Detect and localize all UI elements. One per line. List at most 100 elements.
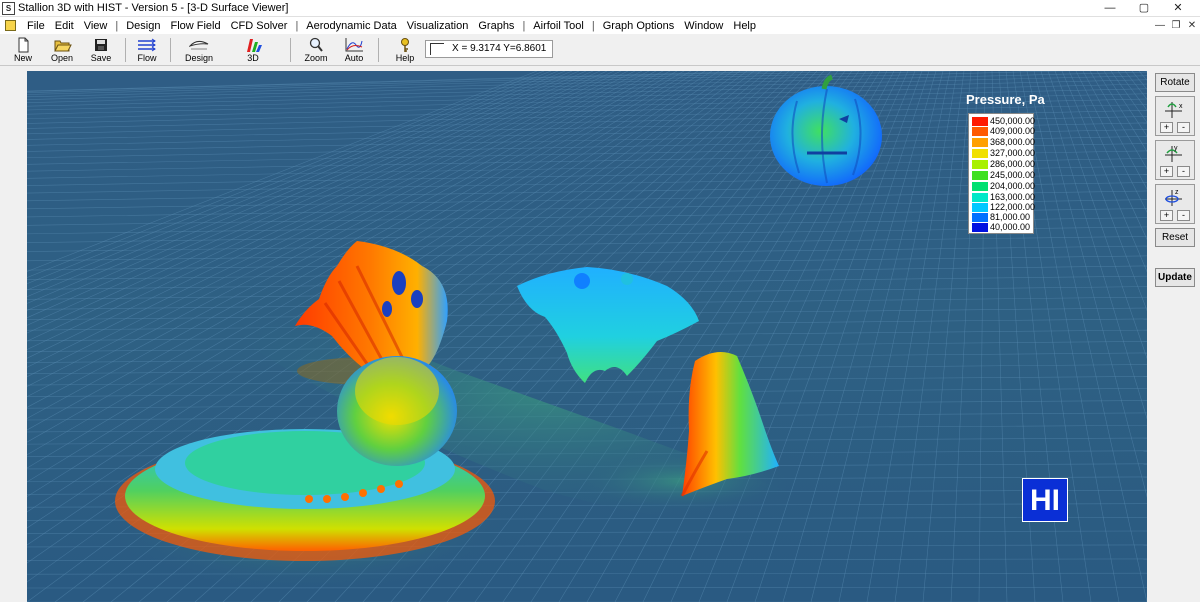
menu-design[interactable]: Design — [121, 20, 165, 32]
3d-label: 3D — [247, 53, 259, 63]
new-button[interactable]: New — [4, 36, 42, 64]
x-rotate-plus-button[interactable]: + — [1160, 122, 1173, 133]
pressure-legend: 450,000.00 409,000.00 368,000.00 327,000… — [968, 113, 1036, 234]
legend-value: 327,000.00 — [990, 148, 1036, 158]
y-rotate-minus-button[interactable]: - — [1177, 166, 1190, 177]
design-button[interactable]: Design — [180, 36, 218, 64]
new-file-icon — [18, 37, 29, 53]
legend-swatch — [972, 149, 988, 158]
legend-entry: 122,000.00 — [972, 202, 1036, 212]
window-title: Stallion 3D with HIST - Version 5 - [3-D… — [18, 2, 289, 14]
coordinate-text: X = 9.3174 Y=6.8601 — [452, 43, 547, 54]
design-label: Design — [184, 53, 213, 63]
app-window: S Stallion 3D with HIST - Version 5 - [3… — [0, 0, 1200, 602]
mdi-minimize-button[interactable]: — — [1152, 17, 1168, 34]
help-key-icon — [401, 38, 409, 52]
mdi-restore-button[interactable]: ❐ — [1168, 17, 1184, 34]
document-icon[interactable] — [5, 20, 16, 31]
save-label: Save — [90, 53, 112, 63]
svg-text:z: z — [1175, 189, 1179, 196]
open-button[interactable]: Open — [43, 36, 81, 64]
menu-view[interactable]: View — [79, 20, 113, 32]
flow-label: Flow — [137, 53, 157, 63]
x-rotate-minus-button[interactable]: - — [1177, 122, 1190, 133]
legend-swatch — [972, 223, 988, 232]
menu-cfd-solver[interactable]: CFD Solver — [226, 20, 293, 32]
menu-aerodynamic-data[interactable]: Aerodynamic Data — [301, 20, 402, 32]
legend-value: 409,000.00 — [990, 126, 1036, 136]
menu-separator: | — [295, 19, 299, 32]
legend-swatch — [972, 193, 988, 202]
menu-separator: | — [115, 19, 119, 32]
legend-entry: 40,000.00 — [972, 222, 1032, 232]
help-button[interactable]: Help — [386, 36, 424, 64]
legend-swatch — [972, 171, 988, 180]
design-airfoil-icon — [189, 40, 209, 50]
legend-value: 81,000.00 — [990, 212, 1031, 222]
menu-help[interactable]: Help — [728, 20, 761, 32]
save-disk-icon — [95, 39, 107, 51]
coordinate-readout: X = 9.3174 Y=6.8601 — [425, 40, 553, 58]
legend-entry: 368,000.00 — [972, 137, 1036, 147]
legend-value: 245,000.00 — [990, 170, 1036, 180]
menu-window[interactable]: Window — [679, 20, 728, 32]
menu-graphs[interactable]: Graphs — [473, 20, 519, 32]
legend-swatch — [972, 127, 988, 136]
toolbar-separator — [378, 38, 379, 62]
legend-title: Pressure, Pa — [966, 92, 1045, 107]
view-control-panel: Rotate x + - y + - z + - Reset Update — [1147, 66, 1200, 602]
svg-text:x: x — [1179, 103, 1183, 110]
legend-value: 368,000.00 — [990, 137, 1036, 147]
coordinate-icon — [430, 43, 444, 55]
hi-logo-badge: HI — [1022, 478, 1068, 522]
x-axis-rotation-group: x + - — [1155, 96, 1195, 136]
legend-swatch — [972, 203, 988, 212]
app-logo-icon: S — [2, 1, 15, 15]
legend-value: 286,000.00 — [990, 159, 1036, 169]
legend-swatch — [972, 213, 988, 222]
legend-value: 450,000.00 — [990, 116, 1036, 126]
legend-swatch — [972, 138, 988, 147]
y-rotate-plus-button[interactable]: + — [1160, 166, 1173, 177]
toolbar-separator — [290, 38, 291, 62]
rotate-button[interactable]: Rotate — [1155, 73, 1195, 92]
legend-entry: 286,000.00 — [972, 159, 1036, 169]
svg-text:y: y — [1174, 145, 1178, 152]
3d-button[interactable]: 3D — [234, 36, 272, 64]
z-rotate-minus-button[interactable]: - — [1177, 210, 1190, 221]
3d-view-icon — [247, 39, 262, 52]
zoom-button[interactable]: Zoom — [297, 36, 335, 64]
toolbar-separator — [170, 38, 171, 62]
auto-button[interactable]: Auto — [335, 36, 373, 64]
legend-entry: 81,000.00 — [972, 212, 1032, 222]
title-bar: S Stallion 3D with HIST - Version 5 - [3… — [0, 0, 1200, 17]
mdi-close-button[interactable]: ✕ — [1184, 17, 1200, 34]
menu-graph-options[interactable]: Graph Options — [598, 20, 680, 32]
menu-file[interactable]: File — [22, 20, 50, 32]
toolbar: New Open Save Flow Design 3D Zoom Auto H… — [0, 34, 1200, 66]
menu-edit[interactable]: Edit — [50, 20, 79, 32]
x-axis-icon: x — [1165, 102, 1183, 118]
reset-button[interactable]: Reset — [1155, 228, 1195, 247]
z-rotate-plus-button[interactable]: + — [1160, 210, 1173, 221]
open-label: Open — [50, 53, 74, 63]
menu-flow-field[interactable]: Flow Field — [165, 20, 225, 32]
save-button[interactable]: Save — [82, 36, 120, 64]
legend-entry: 327,000.00 — [972, 148, 1036, 158]
window-close-button[interactable]: ✕ — [1156, 0, 1200, 17]
menu-visualization[interactable]: Visualization — [402, 20, 474, 32]
update-button[interactable]: Update — [1155, 268, 1195, 287]
legend-swatch — [972, 160, 988, 169]
menu-separator: | — [522, 19, 526, 32]
flow-button[interactable]: Flow — [128, 36, 166, 64]
auto-scale-graph-icon — [345, 38, 363, 52]
z-axis-rotation-group: z + - — [1155, 184, 1195, 224]
menu-airfoil-tool[interactable]: Airfoil Tool — [528, 20, 589, 32]
legend-swatch — [972, 117, 988, 126]
legend-entry: 450,000.00 — [972, 116, 1036, 126]
legend-value: 122,000.00 — [990, 202, 1036, 212]
legend-entry: 204,000.00 — [972, 181, 1035, 191]
zoom-label: Zoom — [304, 53, 328, 63]
legend-entry: 163,000.00 — [972, 192, 1035, 202]
legend-entry: 409,000.00 — [972, 126, 1036, 136]
